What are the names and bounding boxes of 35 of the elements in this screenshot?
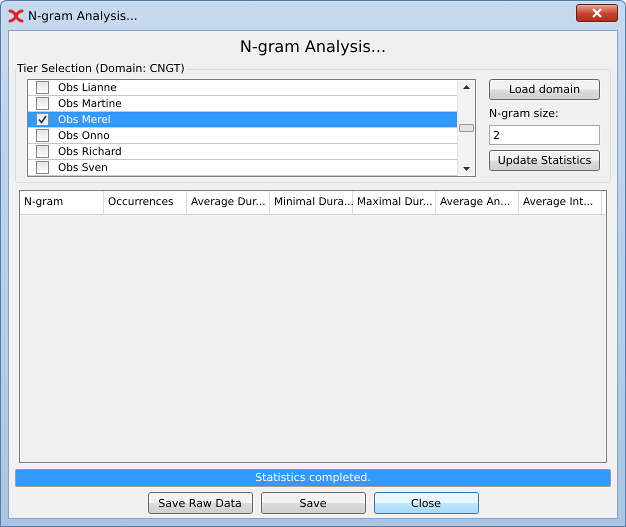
scroll-up-icon[interactable] (463, 85, 470, 89)
tier-row[interactable]: Obs Richard (28, 144, 457, 160)
dialog-button[interactable]: Save Raw Data (148, 492, 252, 514)
load-domain-button[interactable]: Load domain (489, 79, 600, 100)
dialog-button[interactable]: Close (374, 492, 478, 514)
status-text: Statistics completed. (254, 471, 372, 484)
dialog-button[interactable]: Save (260, 492, 366, 514)
scrollbar[interactable] (457, 80, 475, 176)
ngram-size-field[interactable]: 2 (489, 125, 600, 145)
column-header[interactable]: Occurrences (104, 191, 187, 214)
column-header[interactable]: Minimal Dura... (270, 191, 353, 214)
dialog-heading: N-gram Analysis... (238, 36, 388, 57)
scroll-down-icon[interactable] (463, 167, 470, 171)
close-button[interactable] (576, 4, 618, 22)
window-title: N-gram Analysis... (28, 8, 139, 22)
tier-row[interactable]: Obs Sven (28, 160, 457, 176)
checkbox[interactable] (36, 113, 49, 126)
group-title: Tier Selection (Domain: CNGT) (16, 62, 186, 75)
app-icon (8, 8, 24, 24)
tier-row[interactable]: Obs Onno (28, 128, 457, 144)
checkbox[interactable] (36, 145, 49, 158)
update-statistics-button[interactable]: Update Statistics (489, 150, 600, 171)
column-header[interactable]: Maximal Dur... (353, 191, 436, 214)
checkbox[interactable] (36, 81, 49, 94)
ngram-size-label: N-gram size: (489, 107, 560, 120)
checkbox[interactable] (36, 161, 49, 174)
checkbox[interactable] (36, 97, 49, 110)
scroll-thumb[interactable] (459, 124, 474, 132)
column-header[interactable]: N-gram (20, 191, 104, 214)
close-icon (591, 8, 603, 18)
column-header[interactable]: Average An... (436, 191, 519, 214)
tier-row[interactable]: Obs Lianne (28, 80, 457, 96)
checkbox[interactable] (36, 129, 49, 142)
column-header[interactable]: Average Dur... (187, 191, 270, 214)
column-header[interactable]: Average Int... (519, 191, 602, 214)
